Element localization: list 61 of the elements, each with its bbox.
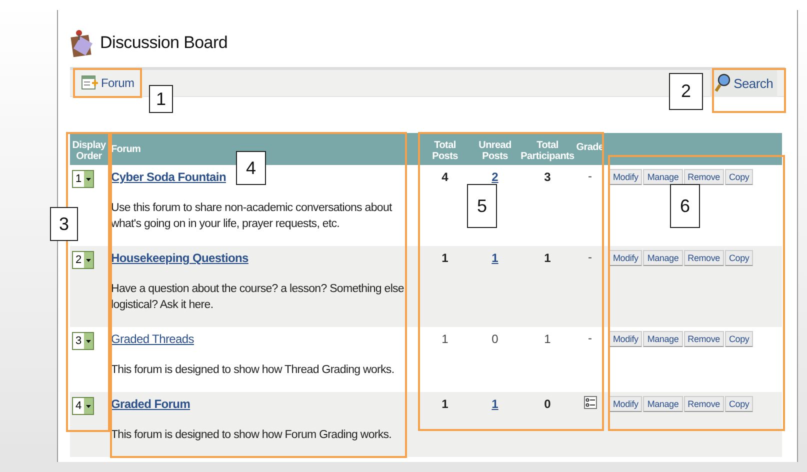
participants-count: 0 (544, 397, 551, 411)
manage-button[interactable]: Manage (643, 396, 683, 412)
forum-description: Have a question about the course? a lesson? Something else logistical? Ask it here. (111, 282, 405, 313)
unread-posts[interactable]: 1 (492, 251, 498, 265)
forum-description: Use this forum to share non-academic conversations about what's going on in your life, prayer requests, etc. (111, 201, 394, 232)
callout-number: 3 (50, 207, 78, 241)
board-icon (70, 28, 94, 58)
unread-posts[interactable]: 2 (492, 170, 498, 184)
forum-description: This forum is designed to show how Forum Grading works. (111, 428, 393, 443)
modify-button[interactable]: Modify (609, 331, 642, 347)
participants-count: 1 (544, 332, 551, 346)
modify-button[interactable]: Modify (609, 396, 642, 412)
order-dropdown[interactable]: 1 (72, 170, 94, 188)
order-header: Display Order (71, 140, 107, 164)
participants-header: Total Participants (520, 140, 575, 164)
total-posts: 1 (442, 251, 448, 265)
copy-button[interactable]: Copy (724, 396, 754, 412)
search-button[interactable]: Search (710, 69, 777, 97)
grade-list-icon[interactable] (584, 396, 596, 409)
order-dropdown[interactable]: 4 (72, 397, 94, 415)
grade-value: - (588, 169, 592, 183)
callout-number: 4 (236, 151, 266, 185)
total-posts: 4 (442, 170, 448, 184)
forum-link[interactable]: Graded Forum (111, 397, 190, 411)
forum-link[interactable]: Graded Threads (111, 332, 194, 346)
add-table-icon (81, 75, 99, 91)
copy-button[interactable]: Copy (724, 250, 754, 266)
manage-button[interactable]: Manage (643, 169, 683, 185)
unread-posts[interactable]: 1 (492, 397, 498, 411)
order-dropdown[interactable]: 3 (72, 332, 94, 350)
remove-button[interactable]: Remove (684, 331, 724, 347)
remove-button[interactable]: Remove (684, 169, 724, 185)
callout-number: 1 (149, 85, 173, 113)
total-posts: 1 (442, 397, 448, 411)
forum-link[interactable]: Cyber Soda Fountain (111, 170, 226, 184)
callout-number: 2 (669, 73, 703, 110)
participants-count: 3 (544, 170, 551, 184)
manage-button[interactable]: Manage (643, 331, 683, 347)
copy-button[interactable]: Copy (724, 169, 754, 185)
grade-value: - (588, 331, 592, 345)
remove-button[interactable]: Remove (684, 250, 724, 266)
page-title: Discussion Board (100, 33, 228, 53)
posts-header: Total Posts (431, 140, 459, 164)
unread-header: Unread Posts (478, 140, 512, 164)
total-posts: 1 (442, 332, 448, 346)
order-dropdown[interactable]: 2 (72, 251, 94, 269)
callout-number: 6 (670, 184, 700, 228)
add-forum-button[interactable]: Forum (78, 73, 138, 93)
manage-button[interactable]: Manage (643, 250, 683, 266)
modify-button[interactable]: Modify (609, 250, 642, 266)
search-icon (714, 73, 732, 93)
remove-button[interactable]: Remove (684, 396, 724, 412)
callout-number: 5 (467, 184, 497, 228)
grade-value: - (588, 250, 592, 264)
copy-button[interactable]: Copy (724, 331, 754, 347)
modify-button[interactable]: Modify (609, 169, 642, 185)
participants-count: 1 (544, 251, 551, 265)
forum-description: This forum is designed to show how Thread Grading works. (111, 363, 396, 378)
forum-link[interactable]: Housekeeping Questions (111, 251, 248, 265)
unread-posts: 0 (492, 332, 498, 346)
forum-header: Forum (110, 144, 142, 154)
